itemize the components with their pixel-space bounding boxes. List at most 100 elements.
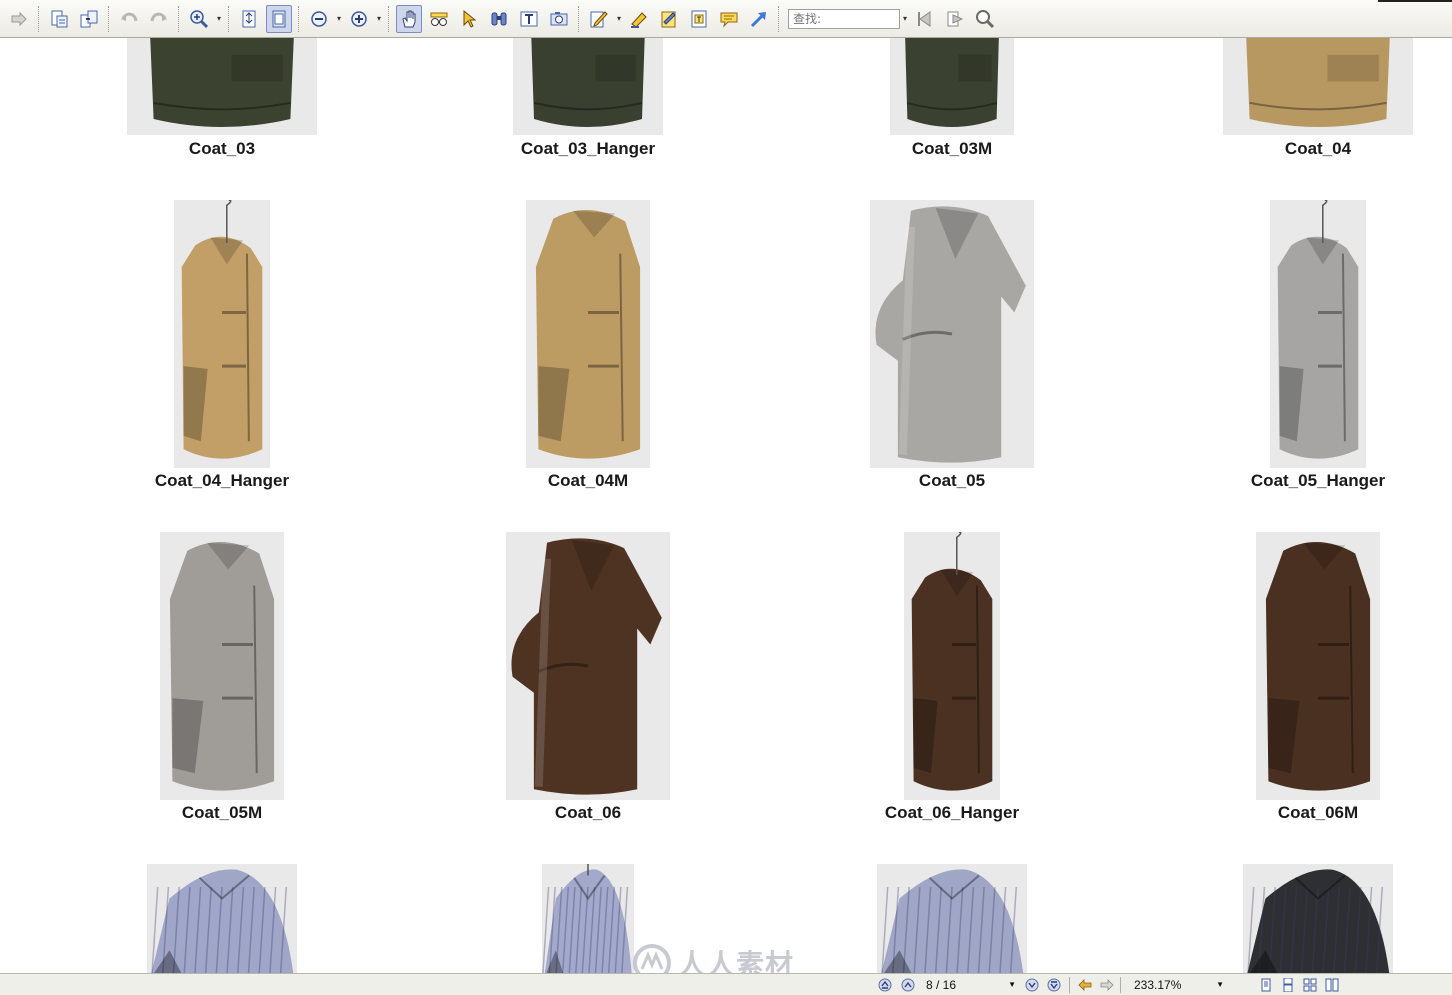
- first-page-button[interactable]: [876, 976, 894, 994]
- find-binoculars-button[interactable]: [486, 5, 512, 33]
- toolbar-separator: [388, 5, 390, 32]
- zoom-in-icon: [351, 10, 367, 27]
- coat-thumbnail-image: [147, 864, 297, 973]
- forward-arrow-button[interactable]: [6, 5, 32, 33]
- find-binoculars-icon: [491, 12, 507, 25]
- arrow-tool-button[interactable]: [746, 5, 772, 33]
- thumbnail-caption: Coat_04_Hanger: [154, 471, 290, 490]
- page-dropdown-icon[interactable]: ▼: [1008, 980, 1016, 989]
- snapshot-glasses-button[interactable]: [426, 5, 452, 33]
- facing-pages-icon: [1303, 978, 1317, 991]
- chevron-down-icon[interactable]: ▾: [374, 5, 384, 33]
- thumbnail-caption: Coat_05M: [181, 803, 263, 822]
- highlight-pen-button[interactable]: [626, 5, 652, 33]
- search-dropdown-icon[interactable]: ▾: [900, 5, 910, 33]
- text-select-button[interactable]: [516, 5, 542, 33]
- status-bar: 8 / 16 ▼ 233.17% ▼: [0, 973, 1452, 995]
- note-pad-icon: [661, 11, 676, 27]
- garment-render: [875, 206, 1026, 463]
- single-page-view-button[interactable]: [1257, 976, 1275, 994]
- go-forward-button[interactable]: [1098, 976, 1116, 994]
- fit-page-button[interactable]: [266, 4, 292, 33]
- status-divider: [1069, 976, 1070, 993]
- chevron-down-icon[interactable]: ▾: [334, 5, 344, 33]
- coat-thumbnail-image: [877, 864, 1027, 973]
- previous-page-icon: [901, 978, 915, 991]
- page-indicator: 8 / 16: [926, 977, 957, 992]
- garment-render: [1277, 200, 1359, 459]
- text-box-button[interactable]: [686, 5, 712, 33]
- search-options-button[interactable]: [972, 5, 998, 33]
- page-number-field[interactable]: 8 / 16 ▼: [923, 976, 1019, 994]
- actual-size-icon: [242, 10, 256, 27]
- toolbar-separator: [38, 5, 40, 32]
- zoom-in-tool-button[interactable]: [186, 5, 212, 33]
- window-edge: [1378, 0, 1452, 2]
- toolbar-separator: [228, 5, 230, 32]
- facing-view-button[interactable]: [1301, 976, 1319, 994]
- search-input[interactable]: [788, 8, 900, 29]
- find-next-button[interactable]: [942, 5, 968, 33]
- coat-thumbnail-image: [1256, 532, 1380, 800]
- text-box-icon: [691, 10, 707, 27]
- continuous-page-icon: [1283, 977, 1293, 992]
- garment-render: [531, 38, 645, 127]
- combine-docs-icon: [80, 10, 98, 27]
- coat-thumbnail-image: [870, 200, 1034, 468]
- garment-render: [150, 38, 294, 127]
- coat-thumbnail-image: [1270, 200, 1366, 468]
- previous-page-button[interactable]: [899, 976, 917, 994]
- combine-docs-button[interactable]: [76, 5, 102, 33]
- comment-bubble-button[interactable]: [716, 5, 742, 33]
- zoom-dropdown-icon[interactable]: ▼: [1216, 980, 1224, 989]
- find-previous-button[interactable]: [912, 5, 938, 33]
- zoom-in-button[interactable]: [346, 5, 372, 33]
- zoom-level: 233.17%: [1134, 977, 1182, 992]
- garment-render: [911, 532, 993, 791]
- zoom-out-icon: [311, 10, 327, 27]
- note-pad-button[interactable]: [656, 5, 682, 33]
- arrow-tool-icon: [750, 11, 766, 27]
- garment-render: [1265, 542, 1371, 791]
- redo-icon: [150, 12, 167, 21]
- document-view[interactable]: Coat_03 Coat_03_Hanger Coat_03M Coat_04 Coat…: [0, 38, 1452, 973]
- garment-render: [1247, 869, 1390, 973]
- single-page-icon: [1261, 978, 1271, 991]
- thumbnail-caption: Coat_04M: [547, 471, 629, 490]
- redo-button[interactable]: [146, 5, 172, 33]
- coat-thumbnail-image: [904, 532, 1000, 800]
- create-doc-button[interactable]: [46, 5, 72, 33]
- actual-size-button[interactable]: [236, 5, 262, 33]
- continuous-view-button[interactable]: [1279, 976, 1297, 994]
- last-page-button[interactable]: [1045, 976, 1063, 994]
- toolbar-separator: [298, 5, 300, 32]
- camera-icon: [550, 11, 568, 25]
- camera-button[interactable]: [546, 5, 572, 33]
- continuous-facing-view-button[interactable]: [1323, 976, 1341, 994]
- edit-pencil-icon: [590, 10, 608, 27]
- undo-icon: [121, 12, 138, 21]
- zoom-level-field[interactable]: 233.17% ▼: [1131, 976, 1227, 994]
- thumbnail-caption: Coat_06: [554, 803, 622, 822]
- create-doc-icon: [51, 10, 68, 27]
- coat-thumbnail-image: [1223, 38, 1413, 135]
- thumbnail-caption: Coat_03: [188, 139, 256, 158]
- garment-render: [181, 200, 263, 459]
- next-page-button[interactable]: [1023, 976, 1041, 994]
- thumbnail-caption: Coat_04: [1284, 139, 1352, 158]
- chevron-down-icon[interactable]: ▾: [614, 5, 624, 33]
- chevron-down-icon[interactable]: ▾: [214, 5, 224, 33]
- toolbar-separator: [778, 5, 780, 32]
- coat-thumbnail-image: [127, 38, 317, 135]
- status-divider: [1120, 976, 1121, 993]
- forward-arrow-icon: [1100, 978, 1114, 991]
- magnifier-icon: [976, 9, 995, 28]
- select-arrow-button[interactable]: [456, 5, 482, 33]
- undo-button[interactable]: [116, 5, 142, 33]
- find-previous-icon: [918, 10, 931, 27]
- edit-pencil-button[interactable]: [586, 5, 612, 33]
- go-back-button[interactable]: [1076, 976, 1094, 994]
- zoom-out-button[interactable]: [306, 5, 332, 33]
- thumbnail-caption: Coat_05_Hanger: [1250, 471, 1386, 490]
- hand-tool-button[interactable]: [396, 4, 422, 33]
